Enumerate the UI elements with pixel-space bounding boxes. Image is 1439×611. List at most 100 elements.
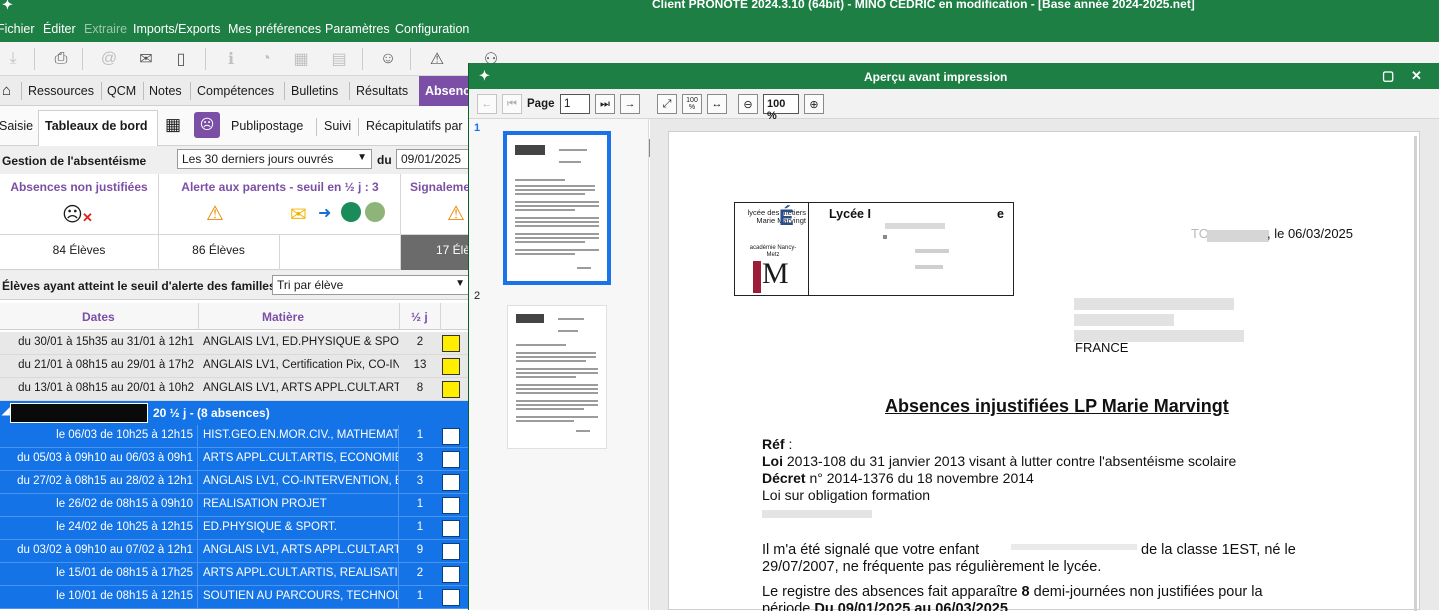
row-checkbox[interactable] bbox=[442, 497, 460, 514]
count-signalement[interactable]: 17 Élè bbox=[436, 243, 470, 257]
table-row[interactable]: le 15/01 de 08h15 à 17h25 ARTS APPL.CULT… bbox=[0, 563, 470, 586]
student-group-row[interactable]: ◢ 20 ½ j - (8 absences) bbox=[0, 401, 470, 425]
republic-e-icon: É bbox=[779, 205, 794, 230]
zoom-100-icon[interactable]: 100% bbox=[682, 94, 702, 114]
para1-a: Il m'a été signalé que votre enfant bbox=[762, 542, 980, 558]
tab-ressources[interactable]: Ressources bbox=[28, 84, 94, 98]
collapse-icon[interactable]: ◢ bbox=[2, 406, 10, 417]
table-header: Dates Matière ½ j bbox=[0, 303, 470, 330]
tab-qcm[interactable]: QCM bbox=[107, 84, 136, 98]
user-alert-icon[interactable]: ☹ bbox=[194, 112, 220, 138]
subtab-suivi[interactable]: Suivi bbox=[324, 119, 351, 133]
parent-avatar-icon bbox=[341, 202, 361, 222]
row-checkbox[interactable] bbox=[442, 589, 460, 606]
page-number-input[interactable]: 1 bbox=[560, 94, 590, 114]
du-label: du bbox=[377, 153, 392, 167]
last-page-icon[interactable]: ⏭ bbox=[595, 94, 615, 114]
zoom-in-icon[interactable]: ⊕ bbox=[804, 94, 824, 114]
pie-chart-icon[interactable]: ◔ bbox=[255, 48, 277, 70]
row-checkbox[interactable] bbox=[442, 358, 460, 375]
menu-configuration[interactable]: Configuration bbox=[395, 22, 469, 36]
at-email-icon[interactable]: @ bbox=[98, 48, 120, 70]
row-checkbox[interactable] bbox=[442, 566, 460, 583]
document-page: lycée des métiers Marie Marvingt É acadé… bbox=[668, 131, 1420, 611]
table-row[interactable]: du 30/01 à 15h35 au 31/01 à 12h1 ANGLAIS… bbox=[0, 332, 470, 355]
lm-logo: M bbox=[753, 257, 789, 293]
close-icon[interactable]: ✕ bbox=[1411, 68, 1422, 84]
count-alerte[interactable]: 86 Élèves bbox=[158, 243, 279, 257]
period-select[interactable]: Les 30 derniers jours ouvrés ▼ bbox=[177, 149, 372, 169]
row-checkbox[interactable] bbox=[442, 520, 460, 537]
student-absent-icon: ☹ bbox=[62, 204, 83, 226]
row-checkbox[interactable] bbox=[442, 335, 460, 352]
row-checkbox[interactable] bbox=[442, 381, 460, 398]
fit-width-icon[interactable]: ↔ bbox=[707, 94, 727, 114]
calendar-grid-icon[interactable]: ▦ bbox=[165, 115, 181, 135]
zoom-level-field[interactable]: 100 % bbox=[763, 94, 799, 122]
table-row[interactable]: le 10/01 de 08h15 à 12h15 SOUTIEN AU PAR… bbox=[0, 586, 470, 609]
table-row[interactable]: du 05/03 à 09h10 au 06/03 à 09h1 ARTS AP… bbox=[0, 448, 470, 471]
forward-arrow-icon[interactable]: → bbox=[620, 94, 640, 114]
date-from-field[interactable]: 09/01/2025 bbox=[396, 149, 470, 169]
row-checkbox[interactable] bbox=[442, 474, 460, 491]
table-row[interactable]: le 26/02 de 08h15 à 09h10 REALISATION PR… bbox=[0, 494, 470, 517]
menu-fichier[interactable]: Fichier bbox=[0, 22, 35, 36]
info-icon[interactable]: ℹ bbox=[220, 48, 242, 70]
row-checkbox[interactable] bbox=[442, 428, 460, 445]
print-icon[interactable]: ⎙ bbox=[50, 48, 72, 70]
summary-header-alerte: Alerte aux parents - seuil en ½ j : 3 bbox=[181, 180, 379, 194]
subtab-recapitulatifs[interactable]: Récapitulatifs par bbox=[366, 119, 463, 133]
alarm-light-icon: ⚠ bbox=[206, 203, 224, 225]
tab-competences[interactable]: Compétences bbox=[197, 84, 274, 98]
tab-absences[interactable]: Absences bbox=[419, 76, 470, 106]
maximize-icon[interactable]: ▢ bbox=[1382, 68, 1394, 84]
table-row[interactable]: le 24/02 de 10h25 à 12h15 ED.PHYSIQUE & … bbox=[0, 517, 470, 540]
col-matiere[interactable]: Matière bbox=[262, 310, 304, 324]
letter-icon[interactable]: ✉ bbox=[135, 48, 157, 70]
first-page-icon[interactable]: ⏮ bbox=[502, 94, 522, 114]
row-checkbox[interactable] bbox=[442, 451, 460, 468]
filter-row: Gestion de l'absentéisme Les 30 derniers… bbox=[0, 146, 470, 174]
tab-notes[interactable]: Notes bbox=[149, 84, 182, 98]
fit-page-icon[interactable]: ⤢ bbox=[657, 94, 677, 114]
col-demi-journees[interactable]: ½ j bbox=[411, 310, 428, 324]
menu-parametres[interactable]: Paramètres bbox=[325, 22, 390, 36]
phone-icon[interactable]: ▯ bbox=[170, 48, 192, 70]
table-row[interactable]: du 27/02 à 08h15 au 28/02 à 12h1 ANGLAIS… bbox=[0, 471, 470, 494]
menu-extraire[interactable]: Extraire bbox=[84, 22, 127, 36]
table-row[interactable]: du 21/01 à 08h15 au 29/01 à 17h2 ANGLAIS… bbox=[0, 355, 470, 378]
back-arrow-icon[interactable]: ← bbox=[477, 94, 497, 114]
sort-select[interactable]: Tri par élève ▼ bbox=[272, 275, 470, 295]
alarm-icon[interactable]: ⚠ bbox=[426, 48, 448, 70]
calendar-icon[interactable]: ▦ bbox=[290, 48, 312, 70]
page-thumbnail-2[interactable] bbox=[507, 305, 607, 449]
home-icon[interactable]: ⌂ bbox=[2, 82, 11, 99]
subtab-publipostage[interactable]: Publipostage bbox=[231, 119, 303, 133]
table-row[interactable]: le 06/03 de 10h25 à 12h15 HIST.GEO.EN.MO… bbox=[0, 425, 470, 448]
tab-resultats[interactable]: Résultats bbox=[356, 84, 408, 98]
subtab-saisie[interactable]: Saisie bbox=[0, 119, 33, 133]
col-dates[interactable]: Dates bbox=[82, 310, 115, 324]
menu-editer[interactable]: Éditer bbox=[43, 22, 76, 36]
menu-imports-exports[interactable]: Imports/Exports bbox=[133, 22, 221, 36]
page-scrollbar[interactable] bbox=[1414, 136, 1417, 611]
menu-mes-preferences[interactable]: Mes préférences bbox=[228, 22, 321, 36]
archive-icon[interactable]: ▤ bbox=[328, 48, 350, 70]
zoom-out-icon[interactable]: ⊖ bbox=[738, 94, 758, 114]
summary-header-absences: Absences non justifiées bbox=[10, 180, 148, 194]
contacts-online-icon[interactable]: ☺ bbox=[377, 48, 399, 70]
count-absences[interactable]: 84 Élèves bbox=[0, 243, 158, 257]
thumb-number-1: 1 bbox=[474, 122, 481, 134]
download-icon[interactable]: ⤓ bbox=[2, 48, 24, 70]
page-thumbnail-1[interactable] bbox=[503, 131, 611, 285]
redacted-student-name bbox=[10, 403, 148, 423]
subtab-tableaux-de-bord[interactable]: Tableaux de bord bbox=[45, 119, 148, 133]
table-row[interactable]: du 03/02 à 09h10 au 07/02 à 12h1 ANGLAIS… bbox=[0, 540, 470, 563]
envelope-icon: ✉ bbox=[290, 204, 307, 226]
seuil-row: Élèves ayant atteint le seuil d'alerte d… bbox=[0, 270, 470, 300]
tab-bulletins[interactable]: Bulletins bbox=[291, 84, 338, 98]
ref-line: Réf : bbox=[762, 436, 793, 452]
preview-title-bar: ✦ Aperçu avant impression ▢ ✕ bbox=[469, 63, 1439, 89]
table-row[interactable]: du 13/01 à 08h15 au 20/01 à 10h2 ANGLAIS… bbox=[0, 378, 470, 401]
row-checkbox[interactable] bbox=[442, 543, 460, 560]
